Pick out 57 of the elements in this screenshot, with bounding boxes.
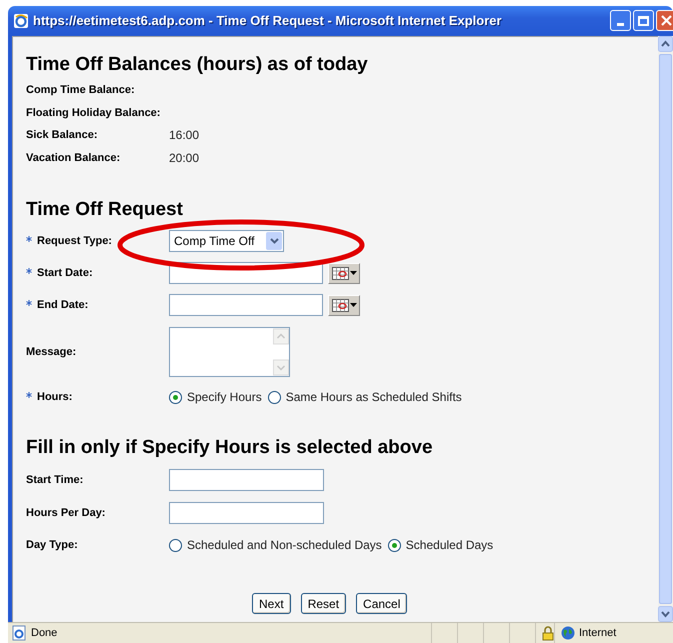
caret-icon [350,303,356,307]
radio-button[interactable] [268,390,281,404]
message-box[interactable] [169,327,290,377]
text-input[interactable] [169,469,324,491]
form-button[interactable]: Next [252,593,291,614]
caret-icon [350,271,356,275]
minimize-icon [617,23,624,26]
radio-option[interactable]: Scheduled and Non-scheduled Days [169,536,382,554]
balance-label: Comp Time Balance: [26,83,136,98]
radio-option[interactable]: Same Hours as Scheduled Shifts [268,388,462,406]
calendar-icon [332,266,348,280]
balance-label: Vacation Balance: [26,150,122,166]
radio-button[interactable] [388,538,401,552]
maximize-button[interactable] [633,10,654,31]
globe-icon [561,626,575,640]
scroll-down-icon[interactable] [658,606,673,622]
window-title: https://eetimetest6.adp.com - Time Off Request - Microsoft Internet Explorer [33,12,502,30]
field-label: Start Time: [26,472,84,488]
calendar-button[interactable] [328,262,360,284]
field-label: Hours: [37,390,72,405]
browser-icon [13,13,29,29]
status-text: Done [31,626,58,641]
section-heading: Time Off Request [26,199,184,221]
section-heading: Time Off Balances (hours) as of today [26,54,369,76]
field-label: Day Type: [26,538,78,553]
close-button[interactable] [656,10,673,31]
balance-label: Floating Holiday Balance: [26,106,162,120]
field-label: Start Date: [37,266,93,281]
field-label: End Date: [37,298,88,313]
field-label: Hours Per Day: [26,506,106,521]
request-type-dropdown[interactable]: Comp Time Off [169,230,284,252]
radio-option[interactable]: Specify Hours [169,388,262,406]
section-heading: Fill in only if Specify Hours is selected above [26,437,434,459]
form-button[interactable]: Reset [300,593,346,614]
field-label: Request Type: [37,234,112,249]
zone-text: Internet [579,626,616,641]
radio-option[interactable]: Scheduled Days [388,536,494,554]
minimize-button[interactable] [610,10,631,31]
scrollbar-drawing [273,328,289,376]
close-icon [661,15,672,26]
scroll-thumb[interactable] [659,54,672,604]
calendar-icon [332,298,348,312]
text-input[interactable] [169,502,324,524]
maximize-icon [638,16,649,26]
field-label: Message: [26,344,76,360]
lock-icon [542,626,554,640]
calendar-button[interactable] [328,294,360,316]
page-icon [11,625,27,641]
balance-label: Sick Balance: [26,128,99,143]
radio-button[interactable] [169,538,182,552]
scroll-up-icon[interactable] [658,36,673,52]
balance-value: 20:00 [169,150,200,167]
radio-button[interactable] [169,390,182,404]
scrollbar[interactable] [658,36,673,622]
form-button[interactable]: Cancel [356,593,408,614]
date-input[interactable] [169,294,323,316]
balance-value: 16:00 [169,127,200,144]
